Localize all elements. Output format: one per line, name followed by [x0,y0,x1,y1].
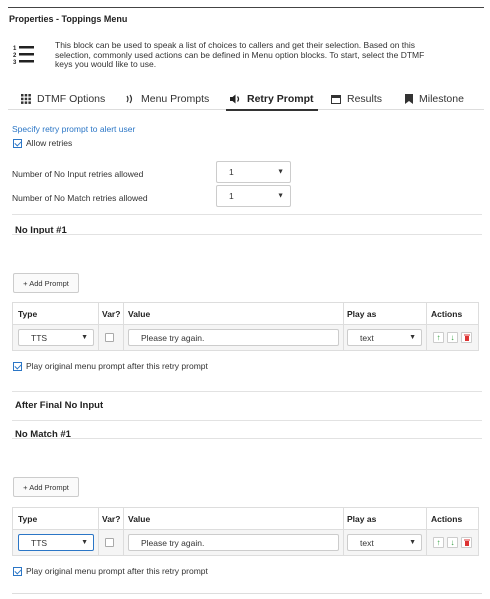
play-as-value: text [360,332,374,343]
play-original-label: Play original menu prompt after this ret… [26,566,208,576]
column-header-type: Type [18,514,38,524]
numbered-list-icon: 1 2 3 [13,44,35,66]
add-prompt-button[interactable]: + Add Prompt [13,477,79,497]
dropdown-arrow-icon: ▼ [277,192,284,200]
value-text: Please try again. [141,332,205,343]
divider [12,214,482,215]
tab-retry-prompt[interactable]: Retry Prompt [226,88,318,111]
value-text: Please try again. [141,537,205,548]
checkbox-checked[interactable] [13,566,22,576]
column-header-type: Type [18,309,38,319]
dropdown-arrow-icon: ▼ [409,334,416,341]
no-match-retries-label: Number of No Match retries allowed [12,193,148,203]
checkbox-checked[interactable] [13,361,22,371]
table-row: TTS ▼ Please try again. text ▼ ↑ ↓ [13,325,478,350]
tab-dtmf-options[interactable]: DTMF Options [21,88,105,110]
column-header-actions: Actions [431,309,463,319]
tab-results[interactable]: Results [331,88,382,110]
type-select[interactable]: TTS ▼ [18,329,94,346]
panel-title: Properties - Toppings Menu [9,14,128,24]
delete-icon[interactable] [461,332,472,343]
play-as-select[interactable]: text ▼ [347,329,422,346]
play-original-label: Play original menu prompt after this ret… [26,361,208,371]
svg-text:2: 2 [13,53,17,59]
tab-label: Menu Prompts [141,93,210,105]
type-select[interactable]: TTS ▼ [18,534,94,551]
tab-milestone[interactable]: Milestone [405,88,464,110]
move-down-icon[interactable]: ↓ [447,537,458,548]
select-value: 1 [229,191,234,201]
dropdown-arrow-icon: ▼ [409,539,416,546]
column-header-play-as: Play as [347,514,377,524]
move-up-icon[interactable]: ↑ [433,332,444,343]
info-description: This block can be used to speak a list o… [55,40,425,69]
divider [12,593,482,594]
sound-icon [125,94,135,104]
type-value: TTS [31,537,48,548]
select-value: 1 [229,167,234,177]
no-input-retries-label: Number of No Input retries allowed [12,169,144,179]
column-header-play-as: Play as [347,309,377,319]
allow-retries-label: Allow retries [26,138,73,148]
column-header-actions: Actions [431,514,463,524]
var-checkbox[interactable] [105,333,114,342]
dropdown-arrow-icon: ▼ [81,334,88,341]
divider [12,234,482,235]
bookmark-icon [405,94,413,104]
tab-label: Milestone [419,93,464,105]
play-as-value: text [360,537,374,548]
calendar-icon [331,94,341,104]
tab-label: Results [347,93,383,105]
value-input[interactable]: Please try again. [128,534,339,551]
type-value: TTS [31,332,48,343]
after-final-no-input-heading: After Final No Input [15,400,104,411]
table-row: TTS ▼ Please try again. text ▼ ↑ ↓ [13,530,478,555]
move-up-icon[interactable]: ↑ [433,537,444,548]
no-input-retries-select[interactable]: 1 ▼ [216,161,291,183]
move-down-icon[interactable]: ↓ [447,332,458,343]
delete-icon[interactable] [461,537,472,548]
top-border [8,7,484,8]
play-original-checkbox[interactable]: Play original menu prompt after this ret… [13,361,208,371]
column-header-var: Var? [102,514,121,524]
svg-text:1: 1 [13,46,17,52]
checkbox-checked[interactable] [13,138,22,148]
play-original-checkbox[interactable]: Play original menu prompt after this ret… [13,566,208,576]
divider [12,438,482,439]
specify-retry-link[interactable]: Specify retry prompt to alert user [12,124,135,134]
dropdown-arrow-icon: ▼ [277,168,284,176]
allow-retries-checkbox[interactable]: Allow retries [13,138,72,148]
tab-menu-prompts[interactable]: Menu Prompts [125,88,209,110]
divider [12,420,482,421]
grid-icon [21,94,31,104]
dropdown-arrow-icon: ▼ [81,539,88,546]
table-header: Type Var? Value Play as Actions [13,508,478,530]
table-header: Type Var? Value Play as Actions [13,303,478,325]
tab-label: Retry Prompt [247,93,314,105]
no-match-retries-select[interactable]: 1 ▼ [216,185,291,207]
add-prompt-button[interactable]: + Add Prompt [13,273,79,293]
var-checkbox[interactable] [105,538,114,547]
play-as-select[interactable]: text ▼ [347,534,422,551]
value-input[interactable]: Please try again. [128,329,339,346]
column-header-var: Var? [102,309,121,319]
no-input-prompt-table: Type Var? Value Play as Actions TTS ▼ Pl… [12,302,479,351]
column-header-value: Value [128,514,151,524]
column-header-value: Value [128,309,151,319]
divider [12,391,482,392]
no-match-prompt-table: Type Var? Value Play as Actions TTS ▼ Pl… [12,507,479,556]
tab-label: DTMF Options [37,93,106,105]
speaker-icon [230,94,241,104]
svg-text:3: 3 [13,60,17,66]
tab-bar: DTMF Options Menu Prompts Retry Prompt R… [8,88,484,111]
